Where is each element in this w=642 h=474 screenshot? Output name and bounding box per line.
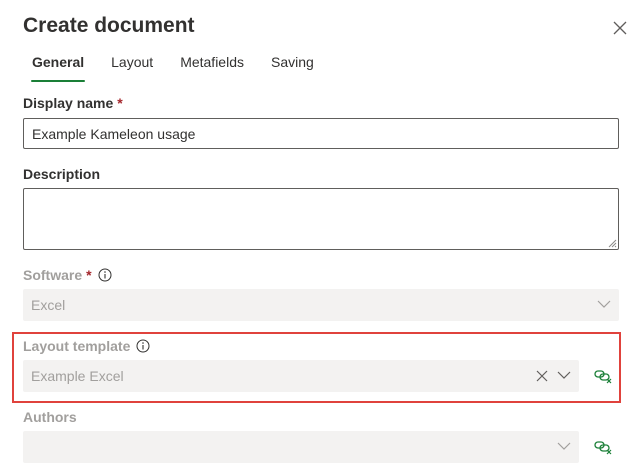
software-label: Software * [23, 267, 112, 283]
software-label-text: Software [23, 267, 83, 283]
description-label: Description [23, 166, 100, 182]
software-value: Excel [31, 297, 66, 313]
chevron-down-icon [557, 442, 571, 450]
chevron-down-icon [557, 371, 571, 379]
unlink-icon [594, 370, 612, 384]
description-label-text: Description [23, 166, 101, 182]
tab-metafields[interactable]: Metafields [171, 48, 253, 82]
unlink-button[interactable] [594, 439, 612, 460]
required-mark: * [86, 267, 92, 283]
dialog-title: Create document [23, 14, 195, 37]
unlink-button[interactable] [594, 368, 612, 389]
chevron-down-icon [597, 300, 611, 308]
close-button[interactable] [606, 14, 634, 42]
tab-general[interactable]: General [23, 48, 93, 82]
display-name-input[interactable] [23, 118, 619, 149]
info-icon[interactable] [136, 339, 150, 353]
unlink-icon [594, 441, 612, 455]
create-document-panel: Create document General Layout Metafield… [0, 0, 642, 474]
authors-label-text: Authors [23, 409, 77, 425]
info-icon[interactable] [98, 268, 112, 282]
resize-handle-icon[interactable] [607, 238, 617, 248]
layout-template-dropdown[interactable]: Example Excel [23, 360, 579, 392]
required-mark: * [117, 95, 123, 111]
tab-bar: General Layout Metafields Saving [23, 48, 323, 84]
authors-label: Authors [23, 409, 77, 425]
description-textarea[interactable] [23, 188, 619, 250]
display-name-label-text: Display name [23, 95, 114, 111]
software-dropdown[interactable]: Excel [23, 289, 619, 321]
clear-icon[interactable] [535, 369, 549, 383]
tab-saving[interactable]: Saving [262, 48, 323, 82]
layout-template-value: Example Excel [31, 368, 124, 384]
authors-dropdown[interactable] [23, 431, 579, 463]
layout-template-label-text: Layout template [23, 338, 131, 354]
display-name-label: Display name * [23, 95, 123, 111]
tab-layout[interactable]: Layout [102, 48, 162, 82]
layout-template-label: Layout template [23, 338, 150, 354]
close-icon [613, 21, 627, 35]
